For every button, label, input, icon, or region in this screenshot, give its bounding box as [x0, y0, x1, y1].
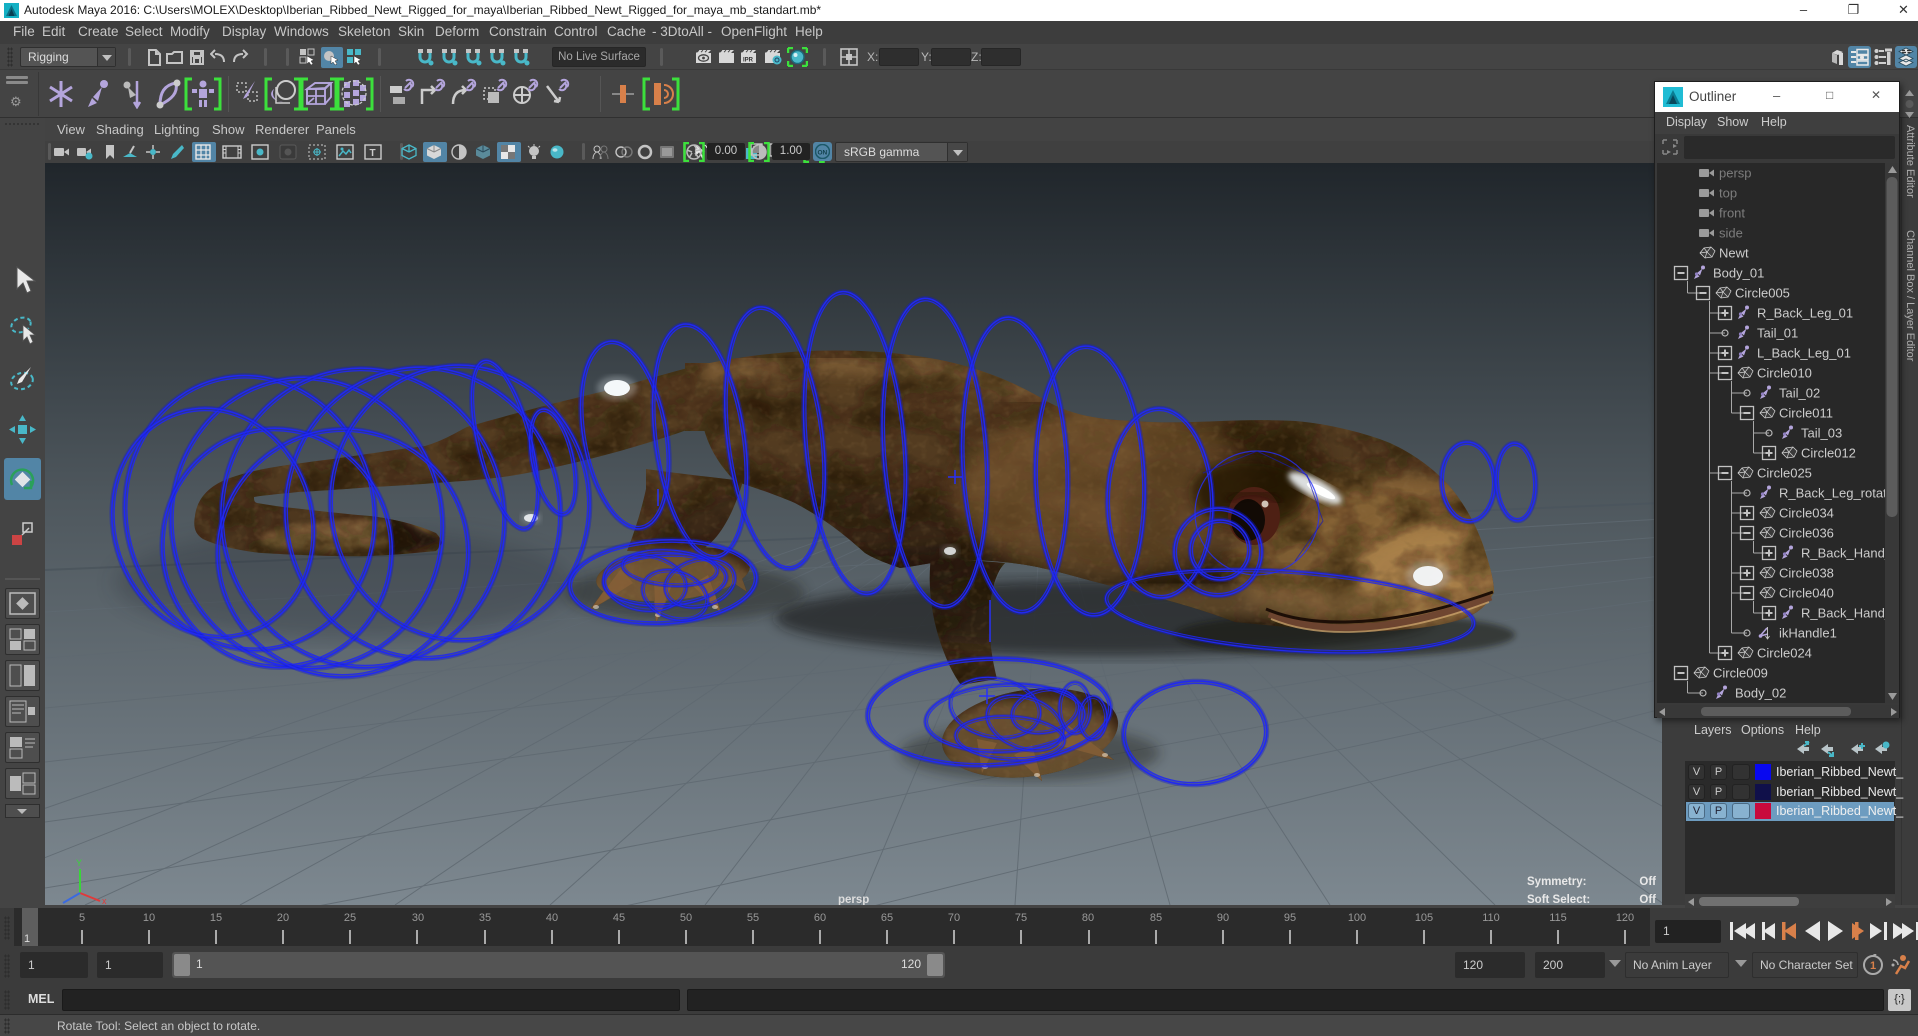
svg-text:120: 120	[1616, 912, 1634, 924]
svg-text:110: 110	[1482, 912, 1500, 924]
svg-text:105: 105	[1415, 912, 1433, 924]
svg-text:65: 65	[881, 912, 893, 924]
svg-text:25: 25	[344, 912, 356, 924]
svg-text:Circle009: Circle009	[1713, 666, 1768, 681]
svg-text:60: 60	[814, 912, 826, 924]
svg-text:1: 1	[1870, 960, 1876, 972]
svg-text:Body_01: Body_01	[1713, 266, 1764, 281]
svg-text:40: 40	[546, 912, 558, 924]
svg-text:15: 15	[210, 912, 222, 924]
svg-text:Body_02: Body_02	[1735, 686, 1786, 701]
svg-text:1: 1	[24, 933, 30, 945]
svg-text:35: 35	[479, 912, 491, 924]
svg-text:R_Back_Hand_Na: R_Back_Hand_Na	[1801, 606, 1899, 621]
svg-text:90: 90	[1217, 912, 1229, 924]
svg-text:Circle034: Circle034	[1779, 506, 1834, 521]
svg-text:Circle036: Circle036	[1779, 526, 1834, 541]
svg-text:30: 30	[412, 912, 424, 924]
svg-text:L_Back_Leg_01: L_Back_Leg_01	[1757, 346, 1851, 361]
svg-text:10: 10	[143, 912, 155, 924]
svg-text:Circle011: Circle011	[1779, 406, 1833, 421]
svg-text:Tail_02: Tail_02	[1779, 386, 1820, 401]
svg-text:45: 45	[613, 912, 625, 924]
svg-text:R_Back_Leg_rotation: R_Back_Leg_rotation	[1779, 486, 1899, 501]
svg-text:persp: persp	[838, 894, 869, 905]
svg-text:85: 85	[1150, 912, 1162, 924]
svg-text:side: side	[1719, 226, 1743, 241]
svg-text:20: 20	[277, 912, 289, 924]
svg-text:Circle010: Circle010	[1757, 366, 1812, 381]
svg-text:R_Back_Leg_01: R_Back_Leg_01	[1757, 306, 1853, 321]
svg-text:70: 70	[948, 912, 960, 924]
svg-text:Off: Off	[1639, 894, 1656, 905]
svg-text:Circle024: Circle024	[1757, 646, 1812, 661]
svg-text:55: 55	[747, 912, 759, 924]
svg-text:100: 100	[1348, 912, 1366, 924]
svg-text:T: T	[370, 148, 376, 159]
svg-text:Symmetry:: Symmetry:	[1527, 876, 1586, 888]
svg-text:Circle040: Circle040	[1779, 586, 1834, 601]
svg-text:Circle038: Circle038	[1779, 566, 1834, 581]
svg-text:R_Back_Hand_Na: R_Back_Hand_Na	[1801, 546, 1899, 561]
svg-text:Y: Y	[76, 858, 82, 868]
svg-text:Circle005: Circle005	[1735, 286, 1790, 301]
svg-text:front: front	[1719, 206, 1745, 221]
svg-text:50: 50	[680, 912, 692, 924]
svg-text:Tail_01: Tail_01	[1757, 326, 1798, 341]
svg-text:IPR: IPR	[743, 58, 754, 64]
svg-text:80: 80	[1082, 912, 1094, 924]
svg-text:Newt: Newt	[1719, 246, 1749, 261]
svg-text:Circle025: Circle025	[1757, 466, 1812, 481]
svg-text:5: 5	[79, 912, 85, 924]
svg-text:Circle012: Circle012	[1801, 446, 1856, 461]
svg-text:115: 115	[1549, 912, 1567, 924]
svg-text:Soft Select:: Soft Select:	[1527, 894, 1590, 905]
svg-text:persp: persp	[1719, 166, 1752, 181]
svg-text:top: top	[1719, 186, 1737, 201]
svg-text:Off: Off	[1639, 876, 1656, 888]
svg-text:75: 75	[1015, 912, 1027, 924]
svg-text:ON: ON	[818, 150, 828, 157]
svg-text:x: x	[102, 896, 107, 905]
svg-text:ikHandle1: ikHandle1	[1779, 626, 1837, 641]
svg-text:Tail_03: Tail_03	[1801, 426, 1842, 441]
svg-text:95: 95	[1284, 912, 1296, 924]
